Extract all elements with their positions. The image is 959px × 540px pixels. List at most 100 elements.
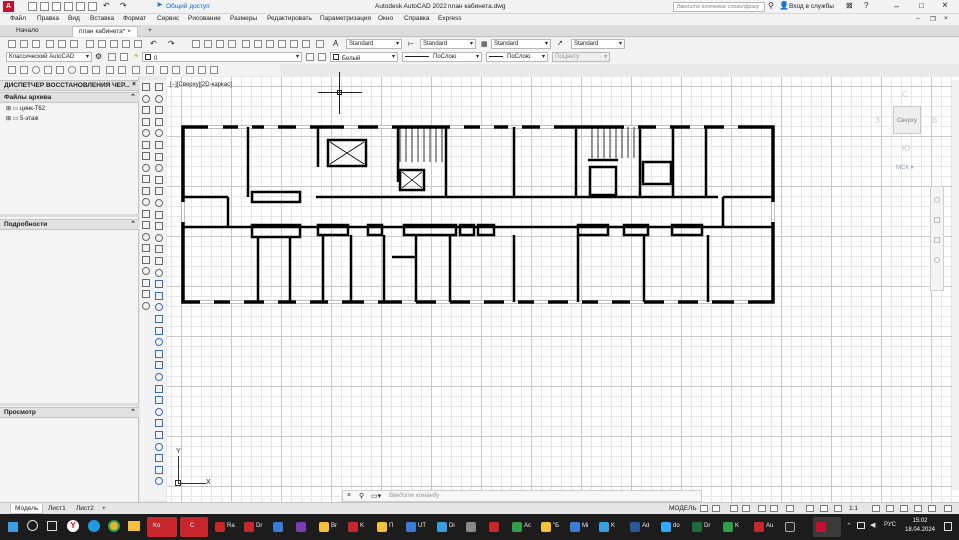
design-center-icon[interactable] <box>254 40 262 48</box>
rect-tool3-icon[interactable] <box>160 66 168 74</box>
dim-aligned-icon[interactable] <box>155 291 163 300</box>
offset-icon[interactable] <box>155 117 163 126</box>
object-snap-tracking-icon[interactable] <box>770 505 778 512</box>
mtext-icon[interactable] <box>142 290 150 298</box>
plot-tool-icon[interactable] <box>46 40 54 48</box>
workspace-select[interactable]: Классический AutoCAD ▾ <box>6 52 92 62</box>
workspace-settings-icon[interactable]: ⚙ <box>95 52 102 61</box>
dim-ordinate-icon[interactable] <box>155 315 163 323</box>
polyline-icon[interactable] <box>142 106 150 114</box>
insert-block-icon[interactable] <box>142 209 150 218</box>
dim-style-select[interactable]: Standard ▾ <box>420 39 476 49</box>
archive-item[interactable]: ⊞ ▭ 5-этаж <box>6 115 38 122</box>
tab-start[interactable]: Начало <box>10 26 45 37</box>
menu-dimension[interactable]: Размеры <box>230 15 257 22</box>
save-icon[interactable] <box>52 2 61 11</box>
spline-icon[interactable] <box>142 175 150 183</box>
menu-insert[interactable]: Вставка <box>90 15 114 22</box>
dim-angular-icon[interactable] <box>155 361 163 370</box>
help-icon[interactable]: ? <box>864 1 868 10</box>
archive-files-header[interactable]: Файлы архива ⌃ <box>0 92 139 103</box>
polar-toggle-icon[interactable] <box>742 505 750 512</box>
taskbar-app[interactable]: K <box>345 517 371 537</box>
spline-tool-icon[interactable] <box>198 66 206 74</box>
notification-icon[interactable] <box>944 522 952 531</box>
taskbar-app[interactable]: Br <box>316 517 342 537</box>
isolate-objects-icon[interactable] <box>914 505 922 512</box>
preview-header[interactable]: Просмотр ⌃ <box>0 407 139 418</box>
hardware-accel-icon[interactable] <box>928 505 936 512</box>
revcloud-icon[interactable] <box>142 163 150 172</box>
line-icon[interactable] <box>142 83 150 91</box>
details-header[interactable]: Подробности ⌃ <box>0 219 139 230</box>
zoom-window-icon[interactable] <box>216 40 224 48</box>
taskbar-app[interactable]: do <box>658 517 686 537</box>
ellipse-icon[interactable] <box>142 186 150 195</box>
baseline-icon[interactable] <box>155 384 163 393</box>
tab-model[interactable]: Модель <box>10 504 44 514</box>
menu-express[interactable]: Express <box>438 15 461 22</box>
spline-icon[interactable] <box>80 66 88 74</box>
cmd-close-icon[interactable]: × <box>347 492 351 499</box>
ellipse-icon[interactable] <box>68 66 76 74</box>
dim-text-edit-icon[interactable] <box>155 454 163 463</box>
taskbar-app[interactable]: Ko <box>147 517 177 537</box>
hatch-icon[interactable] <box>92 66 100 74</box>
compass-north[interactable]: С <box>902 90 908 99</box>
make-current-icon[interactable] <box>306 53 314 61</box>
layer-bulb-icon[interactable]: ☀ <box>133 52 139 60</box>
redo-tool-icon[interactable]: ↷ <box>168 39 175 48</box>
new-file-icon[interactable] <box>28 2 37 11</box>
center-mark-icon[interactable] <box>155 419 163 428</box>
copy-icon[interactable] <box>98 40 106 48</box>
minimize-button[interactable]: – <box>894 1 899 11</box>
arc-icon[interactable] <box>44 66 52 74</box>
menu-help[interactable]: Справка <box>404 15 430 22</box>
arc-tool-icon[interactable] <box>172 66 180 74</box>
taskbar-app[interactable]: "Б <box>538 517 564 537</box>
dim-jogged-icon[interactable] <box>155 338 163 347</box>
taskview-icon[interactable] <box>47 521 57 531</box>
circle-icon[interactable] <box>142 152 150 160</box>
maximize-button[interactable]: □ <box>919 1 924 10</box>
plus-icon[interactable] <box>886 505 894 512</box>
volume-icon[interactable]: ◀ <box>870 521 875 529</box>
erase-icon[interactable] <box>155 83 163 91</box>
panel-splitter[interactable] <box>0 403 139 406</box>
stretch-icon[interactable] <box>155 175 163 184</box>
command-input[interactable]: Введите команду <box>389 493 439 499</box>
settings-gear-icon[interactable] <box>872 505 880 512</box>
menu-parametric[interactable]: Параметризация <box>320 15 371 22</box>
region-icon[interactable] <box>142 267 150 275</box>
paste-icon[interactable] <box>110 40 118 48</box>
sheet-set-icon[interactable] <box>278 40 286 48</box>
line-icon[interactable] <box>8 66 16 74</box>
taskbar-app[interactable]: Au <box>751 517 779 537</box>
taskbar-app[interactable]: П <box>374 517 400 537</box>
taskbar-app[interactable]: Dr <box>689 517 717 537</box>
properties-icon[interactable] <box>242 40 250 48</box>
explode-icon[interactable] <box>155 268 163 277</box>
edge-icon[interactable] <box>88 520 100 532</box>
ellipse-arc-icon[interactable] <box>142 198 150 206</box>
taskbar-app[interactable]: Mi <box>567 517 593 537</box>
undo-icon[interactable]: ↶ <box>103 1 110 10</box>
linetype-select[interactable]: ПоСлою ▾ <box>402 52 482 62</box>
signin-label[interactable]: Вход в службы <box>789 3 834 10</box>
snap-toggle-icon[interactable] <box>712 505 720 512</box>
taskbar-app[interactable] <box>782 517 810 537</box>
vertical-scrollbar[interactable] <box>952 80 959 490</box>
tab-drawing[interactable]: план кабинета* × <box>72 26 138 37</box>
view-cube[interactable]: С З В Ю Сверху МСК ▾ <box>866 80 944 180</box>
search-icon[interactable]: ⚲ <box>768 1 774 10</box>
close-button[interactable]: × <box>942 0 948 11</box>
dim-arc-icon[interactable] <box>155 303 163 312</box>
navigation-bar[interactable] <box>930 186 944 291</box>
taskbar-app-active[interactable] <box>813 517 841 537</box>
curve-tool-icon[interactable] <box>186 66 194 74</box>
menu-close[interactable]: × <box>944 15 948 22</box>
text-style-select[interactable]: Standard ▾ <box>346 39 402 49</box>
cmd-search-icon[interactable]: ⚲ <box>359 492 364 500</box>
zoom-realtime-icon[interactable] <box>204 40 212 48</box>
taskbar-app[interactable] <box>486 517 506 537</box>
